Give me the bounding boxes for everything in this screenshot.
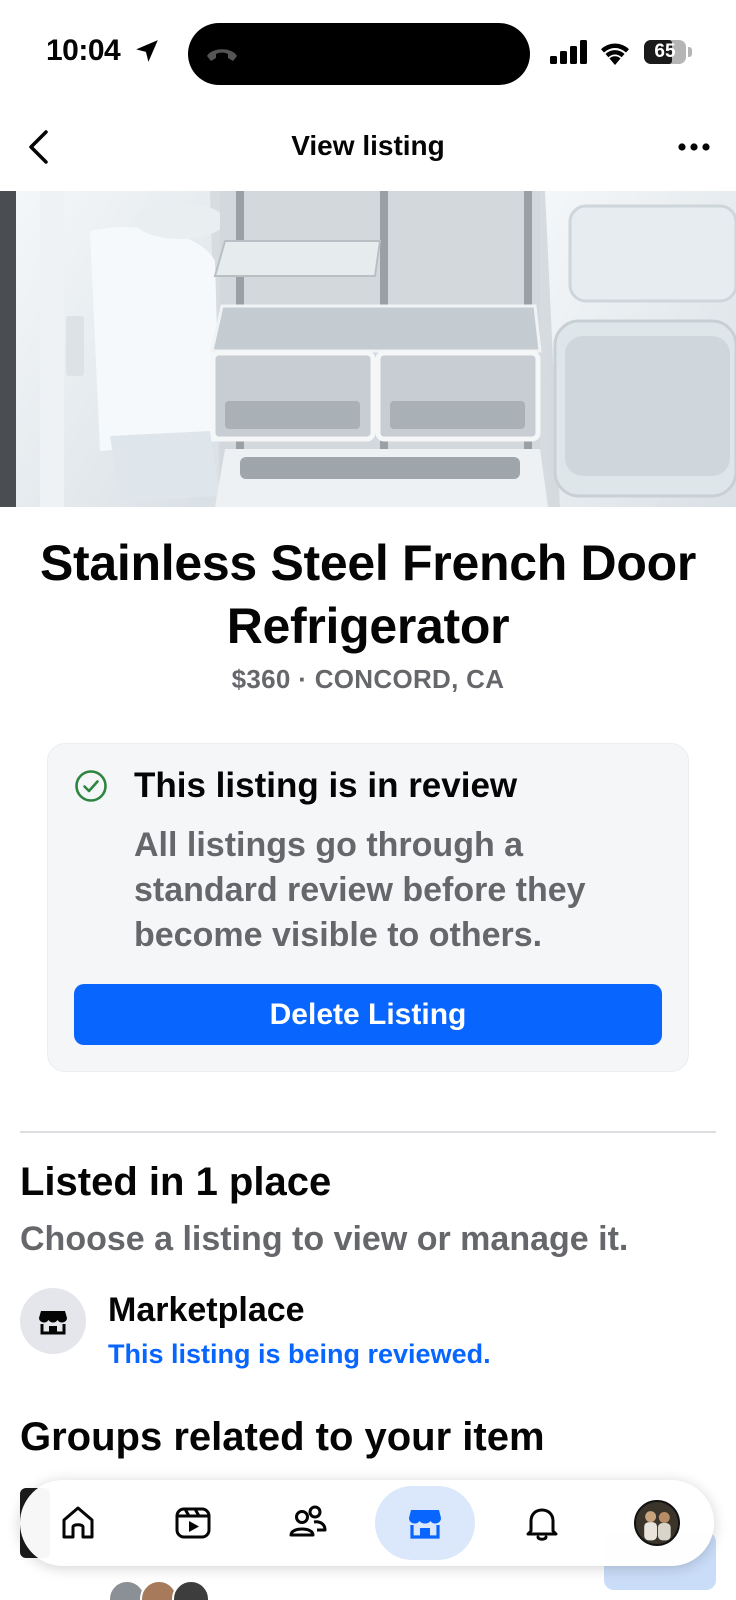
review-heading: This listing is in review (134, 766, 518, 805)
bell-icon (526, 1508, 558, 1541)
delete-listing-button[interactable]: Delete Listing (74, 984, 662, 1045)
battery-percentage: 65 (654, 41, 676, 62)
page-title: View listing (291, 130, 445, 161)
tab-notifications[interactable] (492, 1486, 592, 1560)
battery-cap (688, 47, 692, 57)
section-divider (20, 1131, 716, 1133)
call-indicator-icon (207, 49, 237, 61)
review-description: All listings go through a standard revie… (134, 826, 586, 954)
tab-friends[interactable] (258, 1486, 358, 1560)
video-icon (175, 1507, 211, 1539)
location-arrow-icon (136, 40, 158, 62)
groups-section-title: Groups related to your item (20, 1415, 545, 1459)
listing-photo[interactable] (0, 191, 736, 507)
more-options-icon[interactable] (670, 130, 718, 164)
tab-profile[interactable] (607, 1486, 707, 1560)
listing-title: Stainless Steel French Door Refrigerator (40, 535, 696, 654)
marketplace-listing-status[interactable]: This listing is being reviewed. (108, 1339, 491, 1370)
listed-section-subtitle: Choose a listing to view or manage it. (20, 1220, 629, 1258)
tab-marketplace[interactable] (375, 1486, 475, 1560)
cellular-signal-icon (550, 40, 587, 64)
tab-video[interactable] (143, 1486, 243, 1560)
marketplace-icon (409, 1510, 441, 1539)
friends-icon (289, 1505, 327, 1537)
status-time: 10:04 (46, 34, 121, 67)
profile-avatar (634, 1500, 680, 1546)
tab-home[interactable] (28, 1486, 128, 1560)
listed-section-title: Listed in 1 place (20, 1160, 332, 1204)
home-icon (62, 1506, 94, 1539)
refrigerator-image (0, 191, 736, 507)
marketplace-name[interactable]: Marketplace (108, 1291, 305, 1330)
wifi-icon (601, 43, 629, 65)
marketplace-store-icon (39, 1311, 67, 1335)
member-avatar (172, 1580, 210, 1600)
listing-price-location: $360 · CONCORD, CA (231, 664, 505, 694)
check-circle-icon (75, 770, 107, 802)
